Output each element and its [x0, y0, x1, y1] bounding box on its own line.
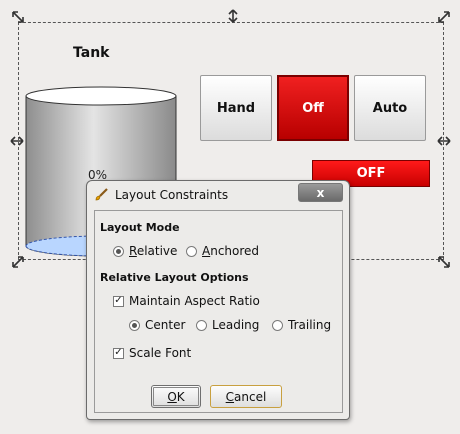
close-button[interactable]: x — [298, 183, 343, 202]
radio-selected-icon[interactable] — [129, 319, 140, 331]
layout-mode-heading: Layout Mode — [100, 221, 180, 234]
resize-w-icon[interactable] — [10, 134, 24, 148]
maintain-aspect-label: Maintain Aspect Ratio — [129, 294, 260, 308]
hand-button[interactable]: Hand — [200, 75, 272, 141]
relative-radio[interactable]: Relative — [113, 244, 177, 258]
anchored-radio[interactable]: Anchored — [186, 244, 259, 258]
resize-se-icon[interactable] — [437, 255, 451, 269]
scale-font-checkbox[interactable]: ✓ Scale Font — [113, 346, 191, 360]
scale-font-label: Scale Font — [129, 346, 192, 360]
auto-button[interactable]: Auto — [354, 75, 426, 141]
dialog-titlebar[interactable]: Layout Constraints x — [87, 181, 349, 207]
leading-label: Leading — [212, 318, 260, 332]
anchored-label: Anchored — [202, 244, 260, 258]
relative-label: Relative — [129, 244, 178, 258]
relative-options-heading: Relative Layout Options — [100, 271, 249, 284]
radio-unselected-icon[interactable] — [196, 319, 207, 331]
trailing-radio[interactable]: Trailing — [272, 318, 331, 332]
leading-radio[interactable]: Leading — [196, 318, 259, 332]
resize-ne-icon[interactable] — [437, 10, 451, 24]
close-icon: x — [316, 185, 325, 200]
radio-unselected-icon[interactable] — [272, 319, 283, 331]
tank-title: Tank — [73, 45, 110, 61]
center-radio[interactable]: Center — [129, 318, 185, 332]
maintain-aspect-checkbox[interactable]: ✓ Maintain Aspect Ratio — [113, 294, 260, 308]
off-button[interactable]: Off — [277, 75, 349, 141]
checkmark-icon[interactable]: ✓ — [113, 347, 124, 359]
resize-sw-icon[interactable] — [11, 255, 25, 269]
radio-selected-icon[interactable] — [113, 245, 124, 257]
brush-icon — [93, 187, 109, 203]
checkmark-icon[interactable]: ✓ — [113, 295, 124, 307]
ok-button[interactable]: OK — [151, 385, 201, 408]
dialog-title: Layout Constraints — [115, 188, 229, 202]
dialog-content-panel: Layout Mode Relative Anchored Relative L… — [94, 210, 343, 413]
center-label: Center — [145, 318, 186, 332]
resize-nw-icon[interactable] — [11, 10, 25, 24]
trailing-label: Trailing — [288, 318, 332, 332]
cancel-button[interactable]: Cancel — [210, 385, 282, 408]
radio-unselected-icon[interactable] — [186, 245, 197, 257]
resize-n-icon[interactable] — [226, 9, 240, 23]
layout-constraints-dialog: Layout Constraints x Layout Mode Relativ… — [86, 180, 350, 420]
resize-e-icon[interactable] — [437, 134, 451, 148]
